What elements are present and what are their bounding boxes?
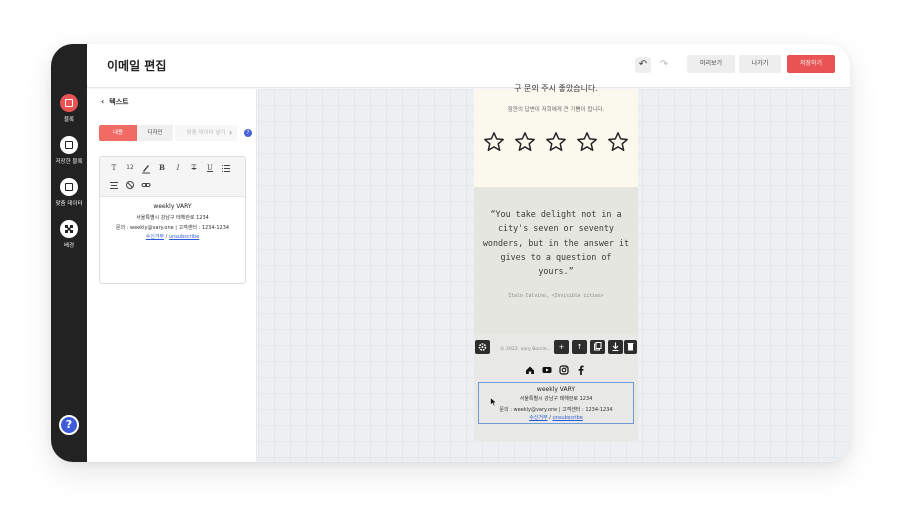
rail-item-custom-data[interactable]: 맞춤 데이터 bbox=[51, 178, 87, 207]
delete-block-trash-icon[interactable] bbox=[624, 340, 637, 354]
move-up-arrow-icon[interactable]: ↑ bbox=[572, 340, 587, 354]
text-style-button[interactable]: T bbox=[108, 162, 120, 174]
background-icon bbox=[60, 220, 78, 238]
star-icon[interactable] bbox=[576, 131, 598, 153]
selected-text-content[interactable]: weekly VARY 서울특별시 강남구 테헤란로 1234 문의 : wee… bbox=[479, 386, 633, 421]
unsubscribe-link-en[interactable]: unsubscribe bbox=[169, 234, 199, 240]
unsubscribe-link-ko[interactable]: 수신거부 bbox=[146, 234, 164, 240]
email-canvas: 구 문의 주시 좋았습니다. 잠깐의 답변이 저희에게 큰 기쁨이 됩니다. “… bbox=[258, 84, 850, 462]
footer-unsubscribe-link-ko[interactable]: 수신거부 bbox=[529, 415, 547, 421]
rating-text: 잠깐의 답변이 저희에게 큰 기쁨이 됩니다. bbox=[507, 107, 605, 113]
editor-contact: 문의 : weekly@vary.one | 고객센터 : 1234-1234 bbox=[115, 225, 230, 231]
star-icon[interactable] bbox=[483, 131, 505, 153]
align-center-icon[interactable] bbox=[108, 179, 120, 191]
duplicate-block-icon[interactable] bbox=[590, 340, 605, 354]
editor-name: weekly VARY bbox=[153, 203, 192, 210]
rail-item-saved-block[interactable]: 저장한 블록 bbox=[51, 136, 87, 165]
settings-panel: ‹ 텍스트 내용 디자인 맞춤 데이터 넣기 › ? T 12 B I T U bbox=[87, 89, 257, 462]
rail-item-block[interactable]: 블록 bbox=[51, 94, 87, 123]
quote-text: “You take delight not in a city's seven … bbox=[482, 209, 630, 277]
footer-address: 서울특별시 강남구 테헤란로 1234 bbox=[519, 396, 593, 402]
bold-button[interactable]: B bbox=[156, 162, 168, 174]
underline-button[interactable]: U bbox=[204, 162, 216, 174]
editor-links: 수신거부 / unsubscribe bbox=[100, 233, 245, 240]
star-icon[interactable] bbox=[514, 131, 536, 153]
editor-address: 서울특별시 강남구 테헤란로 1234 bbox=[136, 215, 209, 221]
mouse-cursor-icon bbox=[490, 397, 498, 407]
rail-item-background[interactable]: 배경 bbox=[51, 220, 87, 249]
block-toolbar: + ↑ bbox=[474, 340, 638, 356]
rail-label-background: 배경 bbox=[63, 243, 75, 249]
italic-button[interactable]: I bbox=[172, 162, 184, 174]
social-icons bbox=[474, 364, 638, 378]
exit-button[interactable]: 나가기 bbox=[739, 55, 781, 73]
footer-unsubscribe-link-en[interactable]: unsubscribe bbox=[552, 415, 582, 421]
chevron-right-icon[interactable]: › bbox=[229, 125, 232, 141]
tab-custom-data[interactable]: 맞춤 데이터 넣기 bbox=[175, 125, 237, 141]
page-title: 이메일 편집 bbox=[107, 59, 167, 73]
rail-label-block: 블록 bbox=[63, 117, 75, 123]
font-size-button[interactable]: 12 bbox=[124, 162, 136, 174]
editor-content[interactable]: weekly VARY 서울특별시 강남구 테헤란로 1234 문의 : wee… bbox=[100, 201, 245, 240]
save-block-download-icon[interactable] bbox=[608, 340, 623, 354]
block-settings-gear-icon[interactable] bbox=[475, 340, 490, 354]
clear-format-icon[interactable] bbox=[124, 179, 136, 191]
facebook-icon[interactable] bbox=[575, 364, 587, 376]
footer-links: 수신거부 / unsubscribe bbox=[479, 414, 633, 421]
save-button[interactable]: 저장하기 bbox=[787, 55, 835, 73]
undo-icon[interactable]: ↶ bbox=[635, 57, 651, 73]
star-icon[interactable] bbox=[607, 131, 629, 153]
rail-label-saved-block: 저장한 블록 bbox=[55, 159, 83, 165]
home-icon[interactable] bbox=[524, 364, 536, 376]
editor-toolbar: T 12 B I T U bbox=[100, 157, 245, 197]
tab-design[interactable]: 디자인 bbox=[137, 125, 173, 141]
custom-data-icon bbox=[60, 178, 78, 196]
rating-section[interactable]: 구 문의 주시 좋았습니다. 잠깐의 답변이 저희에게 큰 기쁨이 됩니다. bbox=[474, 84, 638, 187]
saved-block-icon bbox=[60, 136, 78, 154]
text-color-icon[interactable] bbox=[140, 162, 152, 174]
list-icon[interactable] bbox=[220, 162, 232, 174]
strikethrough-button[interactable]: T bbox=[188, 162, 200, 174]
quote-section[interactable]: “You take delight not in a city's seven … bbox=[474, 187, 638, 334]
info-icon[interactable]: ? bbox=[244, 129, 252, 137]
email-preview: 구 문의 주시 좋았습니다. 잠깐의 답변이 저희에게 큰 기쁨이 됩니다. “… bbox=[474, 84, 638, 442]
rail-label-custom-data: 맞춤 데이터 bbox=[55, 201, 83, 207]
tab-content[interactable]: 내용 bbox=[99, 125, 137, 141]
redo-icon[interactable]: ↷ bbox=[656, 57, 672, 73]
left-rail: 블록 저장한 블록 맞춤 데이터 배경 ? bbox=[51, 44, 87, 462]
add-block-plus-icon[interactable]: + bbox=[554, 340, 569, 354]
text-editor[interactable]: T 12 B I T U weekly VARY 서울특별시 강남구 테헤란로 … bbox=[99, 156, 246, 284]
block-icon bbox=[60, 94, 78, 112]
back-button[interactable]: ‹ 텍스트 bbox=[101, 97, 129, 107]
app-window: 블록 저장한 블록 맞춤 데이터 배경 ? 이메일 편집 ↶ ↷ 미리보기 나가… bbox=[51, 44, 850, 462]
link-icon[interactable] bbox=[140, 179, 152, 191]
chevron-left-icon: ‹ bbox=[101, 97, 105, 106]
rating-heading: 구 문의 주시 좋았습니다. bbox=[514, 84, 598, 93]
help-button[interactable]: ? bbox=[59, 415, 79, 435]
footer-contact: 문의 : weekly@vary.one | 고객센터 : 1234-1234 bbox=[499, 407, 613, 413]
top-bar: 이메일 편집 ↶ ↷ 미리보기 나가기 저장하기 bbox=[87, 44, 850, 88]
star-icon[interactable] bbox=[545, 131, 567, 153]
instagram-icon[interactable] bbox=[558, 364, 570, 376]
back-label: 텍스트 bbox=[109, 98, 129, 106]
quote-source: Italo Calvino, <Invisible cities> bbox=[508, 294, 604, 299]
selected-text-block[interactable]: weekly VARY 서울특별시 강남구 테헤란로 1234 문의 : wee… bbox=[478, 382, 634, 424]
preview-button[interactable]: 미리보기 bbox=[687, 55, 735, 73]
youtube-icon[interactable] bbox=[541, 364, 553, 376]
footer-name: weekly VARY bbox=[536, 386, 576, 393]
